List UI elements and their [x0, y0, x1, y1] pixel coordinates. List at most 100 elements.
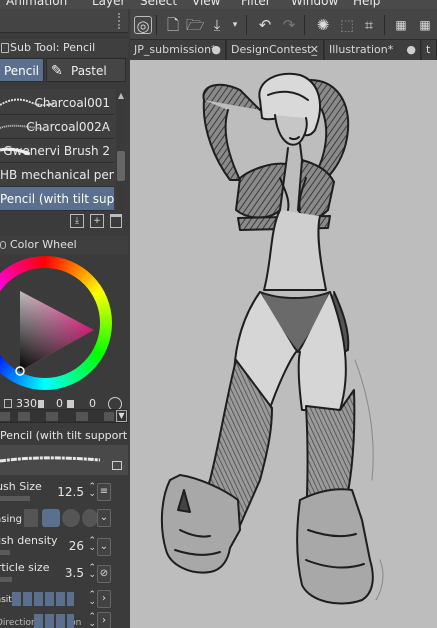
direction-deviation-settings-button[interactable]: › [97, 612, 111, 628]
tab-more[interactable]: t [422, 40, 437, 60]
tab-label: JP_submission* [134, 43, 217, 56]
menu-window[interactable]: Window [291, 0, 338, 8]
menu-animation[interactable]: Animation [6, 0, 67, 8]
stepper-icon[interactable]: ⌃ ⌄ [88, 564, 96, 580]
scroll-thumb[interactable] [117, 151, 125, 181]
color-wheel-dot-icon [0, 241, 6, 249]
tab-icon-5[interactable] [104, 412, 114, 421]
grip-icon[interactable] [118, 13, 124, 29]
tab-illustration[interactable]: Illustration* ● [325, 40, 421, 60]
aa-weak-icon[interactable] [42, 509, 60, 527]
particle-size-settings-button[interactable]: ⊘ [97, 565, 111, 583]
hsv-mode-icon[interactable] [4, 399, 12, 408]
particle-density-slider[interactable] [12, 592, 74, 606]
brush-item-charcoal001[interactable]: Charcoal001 [0, 91, 114, 115]
tool-name: Pencil (with tilt support) [0, 429, 128, 443]
stepper-icon[interactable]: ⌃ ⌄ [88, 537, 96, 553]
brush-name: Pencil (with tilt support) [0, 192, 114, 206]
prop-brush-size[interactable]: Brush Size 12.5 ⌃⌄ [0, 479, 112, 505]
tab-pencil[interactable]: Pencil [0, 58, 44, 82]
tool-property-tabs: ▼ [0, 409, 128, 423]
selection-icon[interactable]: ⬚ [338, 16, 356, 34]
tab-icon-1[interactable] [0, 412, 10, 421]
redo-icon[interactable]: ↷ [280, 16, 298, 34]
brush-item-hb-mechanical-pencil[interactable]: HB mechanical pencil [0, 163, 114, 187]
modified-dot-icon[interactable]: ● [211, 40, 221, 60]
prop-direction-deviation[interactable]: Direction deviation ⌃⌄ [0, 612, 112, 628]
brush-stroke-preview [0, 124, 44, 130]
particle-size-slider[interactable] [0, 577, 12, 582]
separator [156, 15, 157, 35]
new-file-icon[interactable]: 🗋 [164, 16, 182, 34]
aa-none-icon[interactable] [24, 509, 38, 527]
tool-stroke-preview [0, 445, 128, 475]
brush-item-charcoal002a[interactable]: Charcoal002A [0, 115, 114, 139]
undo-icon[interactable]: ↶ [256, 16, 274, 34]
brush-density-slider[interactable] [0, 550, 10, 555]
stepper-icon[interactable]: ⌃ ⌄ [88, 591, 96, 607]
brush-density-settings-button[interactable]: ⌄ [97, 538, 111, 556]
sketch-artwork [160, 72, 384, 605]
sat-marker-icon [38, 400, 44, 408]
aa-dropdown-button[interactable]: ⌄ [97, 509, 111, 527]
brush-size-settings-button[interactable]: ≡ [97, 483, 111, 501]
crop-icon[interactable]: ⌗ [360, 16, 378, 34]
aa-strong-icon[interactable] [82, 509, 98, 527]
loading-spinner-icon[interactable]: ✺ [314, 16, 332, 34]
scroll-up-icon[interactable]: ▲ [116, 91, 126, 101]
trash-icon[interactable] [110, 214, 122, 228]
brush-list-scrollbar[interactable]: ▲ [116, 91, 126, 209]
brush-item-gwenervi-brush-2[interactable]: Gwenervi Brush 2 [0, 139, 114, 163]
left-panel: Sub Tool: Pencil Pencil ✎ Pastel Charcoa… [0, 9, 128, 628]
brush-stroke-preview [0, 147, 30, 156]
tab-pastel[interactable]: ✎ Pastel [46, 58, 126, 82]
particle-density-settings-button[interactable]: › [97, 590, 111, 608]
prop-label: Particle size [0, 561, 50, 574]
tab-icon-2[interactable] [18, 412, 30, 421]
prop-label: Brush density [0, 534, 58, 547]
prop-anti-aliasing[interactable]: Anti-aliasing [0, 506, 112, 532]
brush-item-pencil-tilt-support[interactable]: Pencil (with tilt support) [0, 187, 114, 211]
menu-view[interactable]: View [192, 0, 220, 8]
tab-designcontest[interactable]: DesignContest_ ✕ [227, 40, 324, 60]
separator [384, 15, 385, 35]
brush-size-slider[interactable] [0, 496, 30, 501]
brush-stroke-preview [0, 98, 54, 107]
chevron-down-icon[interactable]: ▼ [116, 410, 127, 422]
save-dropdown-icon[interactable]: ▾ [226, 16, 244, 34]
save-icon[interactable]: ⤓ [208, 16, 226, 34]
color-wheel[interactable] [0, 256, 112, 390]
tab-icon-3[interactable] [46, 412, 58, 421]
menu-filter[interactable]: Filter [241, 0, 271, 8]
left-top-strip [0, 9, 128, 33]
tab-pencil-label: Pencil [3, 64, 39, 78]
val-marker-icon [67, 400, 74, 408]
ruler-icon[interactable]: ▦ [416, 16, 434, 34]
lock-icon[interactable] [112, 461, 122, 470]
download-icon[interactable]: ⤓ [70, 214, 84, 228]
direction-deviation-slider[interactable] [34, 614, 74, 628]
modified-dot-icon[interactable]: ● [406, 40, 416, 60]
close-icon[interactable]: ✕ [310, 40, 319, 60]
prop-value: 3.5 [64, 566, 84, 580]
prop-particle-size[interactable]: Particle size 3.5 ⌃⌄ [0, 560, 112, 586]
drawing-canvas[interactable] [130, 60, 437, 628]
aa-medium-icon[interactable] [62, 509, 80, 527]
tab-jp-submission[interactable]: JP_submission* ● [130, 40, 226, 60]
copy-icon[interactable]: + [90, 214, 104, 228]
menu-bar: Animation Layer Select View Filter Windo… [0, 0, 437, 9]
open-folder-icon[interactable]: 🗁 [186, 16, 205, 34]
grid-icon[interactable]: ▦ [392, 16, 410, 34]
color-triangle[interactable] [0, 256, 112, 390]
prop-brush-density[interactable]: Brush density 26 ⌃⌄ [0, 533, 112, 559]
tab-icon-4[interactable] [76, 412, 88, 421]
app-logo-icon[interactable]: ◎ [134, 16, 152, 35]
menu-help[interactable]: Help [353, 0, 380, 8]
menu-select[interactable]: Select [140, 0, 177, 8]
document-tabs: JP_submission* ● DesignContest_ ✕ Illust… [130, 40, 437, 60]
separator [304, 15, 305, 35]
stroke-preview [0, 456, 101, 463]
stepper-icon[interactable]: ⌃ ⌄ [88, 483, 96, 499]
stepper-icon[interactable]: ⌃ ⌄ [88, 613, 96, 628]
menu-layer[interactable]: Layer [92, 0, 125, 8]
